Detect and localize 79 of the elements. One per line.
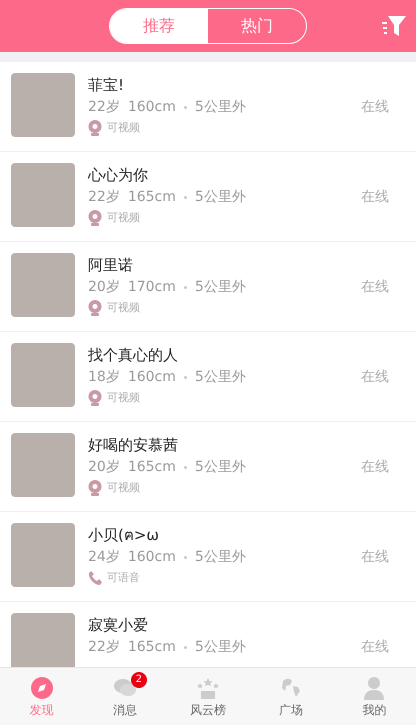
camera-icon [88, 300, 102, 316]
user-row[interactable]: 心心为你 22岁 165cm 5公里外 可视频 在线 [0, 152, 416, 241]
nav-tab[interactable]: 2 消息 [83, 668, 166, 725]
height-text: 160cm [128, 98, 176, 117]
chat-bubbles-icon [112, 677, 137, 699]
nav-tab[interactable]: 我的 [332, 668, 416, 725]
globe-icon [280, 677, 302, 699]
avatar-photo-placeholder [11, 433, 75, 497]
avatar-photo-placeholder [11, 523, 75, 587]
age-text: 22岁 [88, 188, 120, 207]
user-name: 心心为你 [88, 165, 148, 186]
camera-icon [88, 120, 102, 136]
nav-tab[interactable]: 广场 [250, 668, 333, 725]
filter-icon[interactable] [382, 14, 406, 38]
phone-icon [88, 570, 102, 586]
capability-text: 可视频 [107, 390, 140, 406]
distance-text: 5公里外 [194, 278, 246, 297]
camera-icon [88, 480, 102, 496]
distance-text: 5公里外 [194, 188, 246, 207]
distance-text: 5公里外 [194, 548, 246, 567]
user-name: 小贝(ฅ>ω [88, 525, 159, 546]
dot-separator [184, 196, 187, 198]
camera-icon [88, 390, 102, 406]
age-text: 20岁 [88, 278, 120, 297]
capability-text: 可视频 [107, 300, 140, 316]
age-text: 22岁 [88, 638, 120, 657]
age-text: 18岁 [88, 368, 120, 387]
nav-tab[interactable]: 风云榜 [166, 668, 250, 725]
dot-separator [184, 286, 187, 288]
user-row[interactable]: 小贝(ฅ>ω 24岁 160cm 5公里外 可语音 在线 [0, 512, 416, 601]
user-row[interactable]: 好喝的安慕茜 20岁 165cm 5公里外 可视频 在线 [0, 422, 416, 511]
age-text: 22岁 [88, 98, 120, 117]
unread-badge: 2 [130, 672, 147, 688]
avatar-photo-placeholder [11, 613, 75, 667]
user-row[interactable]: 找个真心的人 18岁 160cm 5公里外 可视频 在线 [0, 332, 416, 421]
dot-separator [184, 376, 187, 378]
capability-text: 可视频 [107, 120, 140, 136]
podium-icon [196, 677, 220, 699]
compass-icon [30, 677, 53, 699]
user-row[interactable]: 菲宝! 22岁 160cm 5公里外 可视频 在线 [0, 62, 416, 151]
user-row[interactable]: 寂寞小爱 22岁 165cm 5公里外 在线 [0, 602, 416, 667]
height-text: 165cm [128, 188, 176, 207]
online-status: 在线 [361, 548, 389, 567]
user-name: 找个真心的人 [88, 345, 178, 366]
avatar-photo-placeholder [11, 163, 75, 227]
height-text: 165cm [128, 638, 176, 657]
dot-separator [184, 106, 187, 108]
dot-separator [184, 556, 187, 558]
age-text: 20岁 [88, 458, 120, 477]
dot-separator [184, 466, 187, 468]
user-name: 菲宝! [88, 75, 124, 96]
dot-separator [184, 646, 187, 648]
person-icon [363, 676, 386, 700]
avatar-photo-placeholder [11, 253, 75, 317]
online-status: 在线 [361, 98, 389, 117]
height-text: 160cm [128, 368, 176, 387]
avatar-photo-placeholder [11, 73, 75, 137]
height-text: 165cm [128, 458, 176, 477]
height-text: 170cm [128, 278, 176, 297]
distance-text: 5公里外 [194, 368, 246, 387]
online-status: 在线 [361, 638, 389, 657]
user-name: 阿里诺 [88, 255, 133, 276]
distance-text: 5公里外 [194, 98, 246, 117]
online-status: 在线 [361, 368, 389, 387]
avatar-photo-placeholder [11, 343, 75, 407]
height-text: 160cm [128, 548, 176, 567]
online-status: 在线 [361, 458, 389, 477]
camera-icon [88, 210, 102, 226]
user-name: 寂寞小爱 [88, 615, 148, 636]
online-status: 在线 [361, 188, 389, 207]
age-text: 24岁 [88, 548, 120, 567]
capability-text: 可视频 [107, 210, 140, 226]
online-status: 在线 [361, 278, 389, 297]
user-name: 好喝的安慕茜 [88, 435, 178, 456]
distance-text: 5公里外 [194, 458, 246, 477]
capability-text: 可视频 [107, 480, 140, 496]
distance-text: 5公里外 [194, 638, 246, 657]
capability-text: 可语音 [107, 570, 140, 586]
user-row[interactable]: 阿里诺 20岁 170cm 5公里外 可视频 在线 [0, 242, 416, 331]
